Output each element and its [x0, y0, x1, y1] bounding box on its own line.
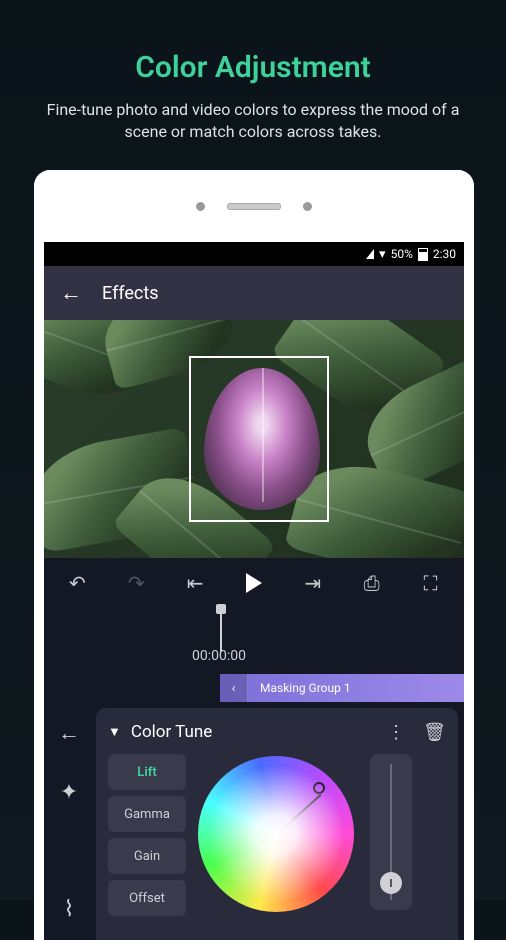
color-tune-tabs: Lift Gamma Gain Offset: [108, 754, 186, 916]
more-options-button[interactable]: ⋮: [387, 722, 405, 743]
video-preview[interactable]: [44, 320, 464, 558]
slider-handle[interactable]: [380, 872, 402, 894]
play-button[interactable]: [236, 573, 272, 593]
selection-box[interactable]: [189, 356, 329, 522]
promo-subtitle: Fine-tune photo and video colors to expr…: [0, 85, 506, 144]
clock: 2:30: [433, 247, 456, 261]
phone-speaker-icon: [227, 203, 281, 210]
phone-frame: ▾ 50% 2:30 ← Effects ↶ ↷ ⇤ ⇥ ⎙: [34, 170, 474, 940]
undo-button[interactable]: ↶: [59, 571, 95, 595]
phone-sensor-icon: [303, 202, 312, 211]
skip-end-button[interactable]: ⇥: [295, 571, 331, 595]
signal-icon: [366, 249, 374, 259]
color-wheel-indicator-line: [275, 794, 321, 835]
wifi-icon: ▾: [379, 247, 386, 262]
keyframe-button[interactable]: ✦: [60, 780, 78, 805]
promo-title: Color Adjustment: [0, 0, 506, 85]
tab-gain[interactable]: Gain: [108, 838, 186, 874]
play-icon: [246, 573, 262, 593]
tab-gamma[interactable]: Gamma: [108, 796, 186, 832]
tab-lift[interactable]: Lift: [108, 754, 186, 790]
timecode: 00:00:00: [192, 648, 246, 664]
track-collapse-button[interactable]: ‹: [220, 674, 248, 702]
status-bar: ▾ 50% 2:30: [44, 242, 464, 266]
panel-back-button[interactable]: ←: [58, 720, 80, 746]
battery-percent: 50%: [391, 247, 413, 261]
skip-start-button[interactable]: ⇤: [177, 571, 213, 595]
card-title: Color Tune: [131, 722, 212, 742]
dropdown-icon: ▼: [108, 724, 121, 740]
color-wheel-handle[interactable]: [313, 782, 325, 794]
battery-icon: [418, 248, 428, 261]
phone-camera-icon: [196, 202, 205, 211]
track-name: Masking Group 1: [248, 681, 351, 695]
timeline-track[interactable]: ‹ Masking Group 1: [220, 674, 464, 702]
color-tune-card: ▼ Color Tune ⋮ 🗑 Lift Gamma Gain Offset: [96, 708, 458, 940]
delete-button[interactable]: 🗑: [423, 722, 446, 743]
panel-side-column: ← ✦ ⌇: [44, 702, 94, 940]
effects-panel: ← ✦ ⌇ ▼ Color Tune ⋮ 🗑 Lift Gamma Gai: [44, 702, 464, 940]
color-wheel[interactable]: [198, 756, 354, 912]
fullscreen-button[interactable]: ⛶: [412, 571, 448, 595]
curve-button[interactable]: ⌇: [64, 897, 75, 922]
tab-offset[interactable]: Offset: [108, 880, 186, 916]
luminance-slider[interactable]: [370, 754, 412, 910]
playback-toolbar: ↶ ↷ ⇤ ⇥ ⎙ ⛶: [44, 558, 464, 608]
back-arrow-icon[interactable]: ←: [60, 280, 82, 306]
screen: ▾ 50% 2:30 ← Effects ↶ ↷ ⇤ ⇥ ⎙: [44, 242, 464, 940]
header-title: Effects: [102, 283, 159, 304]
timeline[interactable]: 00:00:00 ‹ Masking Group 1: [44, 608, 464, 702]
phone-bezel-top: [34, 170, 474, 242]
app-header: ← Effects: [44, 266, 464, 320]
redo-button[interactable]: ↷: [118, 571, 154, 595]
playhead-line: [220, 608, 222, 652]
bookmark-button[interactable]: ⎙: [354, 571, 390, 595]
